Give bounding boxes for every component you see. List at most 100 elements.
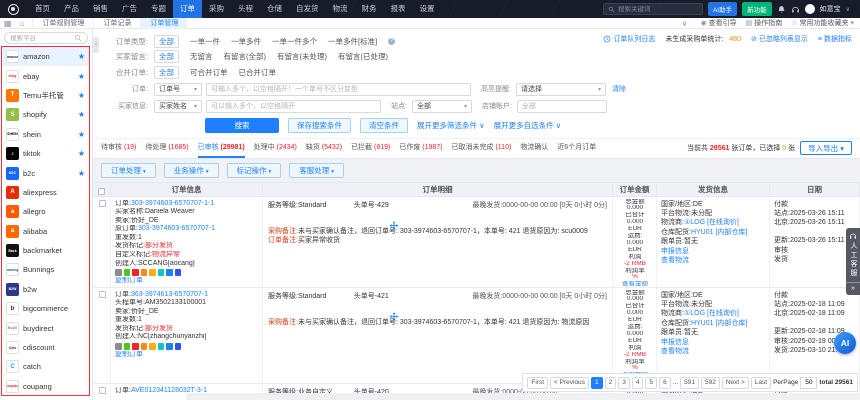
pagination-page[interactable]: 592 bbox=[701, 377, 720, 389]
search-button[interactable]: 搜索 bbox=[205, 118, 279, 133]
platform-item[interactable]: ebayebay★ bbox=[2, 66, 89, 85]
filter-option[interactable]: 全部 bbox=[154, 66, 179, 79]
pagination-prev[interactable]: < Previous bbox=[550, 377, 589, 389]
ai-assistant-button[interactable]: AI助手 bbox=[708, 2, 737, 16]
attachment-icon[interactable] bbox=[166, 269, 173, 276]
home-icon[interactable]: ⌂ bbox=[16, 19, 29, 28]
queue-log-link[interactable]: 订单队列日志 bbox=[603, 34, 655, 44]
customer-service-widget[interactable]: 人工客服 » bbox=[846, 228, 860, 295]
product-icon[interactable] bbox=[124, 343, 131, 350]
status-tab[interactable]: 物流确认 bbox=[520, 138, 548, 158]
filter-option[interactable]: 已合并订单 bbox=[239, 67, 277, 78]
account-input[interactable] bbox=[517, 100, 607, 113]
top-nav-item[interactable]: 订单 bbox=[173, 0, 202, 18]
platform-item[interactable]: Backbackmarket bbox=[2, 241, 89, 260]
status-tab[interactable]: 待处理 (1685) bbox=[145, 138, 188, 158]
more-filters-link[interactable]: 展开更多筛选条件 ∨ bbox=[417, 120, 485, 131]
platform-item[interactable]: coupangcoupang bbox=[2, 377, 89, 396]
notifications-bell-icon[interactable] bbox=[777, 5, 786, 14]
magnifier-icon[interactable] bbox=[115, 343, 122, 350]
platform-search[interactable] bbox=[4, 32, 88, 44]
app-logo-icon[interactable] bbox=[8, 4, 19, 15]
top-nav-item[interactable]: 仓储 bbox=[260, 0, 289, 18]
top-nav-item[interactable]: 物流 bbox=[326, 0, 355, 18]
filter-option[interactable]: 一单多件 bbox=[231, 36, 261, 47]
platform-item[interactable]: bbigcommerce bbox=[2, 299, 89, 318]
favorite-star-icon[interactable]: ★ bbox=[78, 110, 85, 119]
favorite-star-icon[interactable]: ★ bbox=[78, 72, 85, 81]
top-nav-item[interactable]: 广告 bbox=[115, 0, 144, 18]
filter-option[interactable]: 全部 bbox=[154, 35, 179, 48]
platform-item[interactable]: B2Wb2w bbox=[2, 280, 89, 299]
clear-filter-button[interactable]: 清空条件 bbox=[360, 118, 408, 133]
favorites-link[interactable]: ☆常用功能收藏夹▾ bbox=[791, 18, 854, 28]
favorite-star-icon[interactable]: ★ bbox=[78, 52, 85, 61]
import-export-button[interactable]: 导入导出 ▾ bbox=[800, 141, 852, 155]
pagination-page[interactable]: 5 bbox=[645, 377, 657, 389]
platform-item[interactable]: ♪tiktok★ bbox=[2, 144, 89, 163]
apps-grid-icon[interactable]: ▦ bbox=[0, 19, 16, 28]
platform-item[interactable]: Aaliexpress bbox=[2, 183, 89, 202]
pagination-page[interactable]: 4 bbox=[632, 377, 644, 389]
status-tab[interactable]: 缺货 (5432) bbox=[306, 138, 342, 158]
page-tab[interactable]: 订单记录 bbox=[93, 18, 140, 29]
filter-option[interactable]: 有留言(未处理) bbox=[277, 51, 327, 62]
order-number-input[interactable] bbox=[206, 83, 471, 96]
row-checkbox[interactable] bbox=[99, 291, 106, 298]
clear-highlight-link[interactable]: 清除 bbox=[612, 84, 626, 94]
top-nav-item[interactable]: 产品 bbox=[57, 0, 86, 18]
sidebar-collapse-handle[interactable]: ‹ bbox=[93, 37, 99, 53]
attachment-icon[interactable] bbox=[166, 343, 173, 350]
bell-icon[interactable] bbox=[149, 269, 156, 276]
platform-item[interactable]: TTemu半托管★ bbox=[2, 86, 89, 105]
data-metrics-link[interactable]: ≡数据指标 bbox=[818, 34, 852, 44]
top-nav-item[interactable]: 自发货 bbox=[289, 0, 326, 18]
favorite-star-icon[interactable]: ★ bbox=[78, 91, 85, 100]
pagination-first[interactable]: First bbox=[527, 377, 548, 389]
new-feature-button[interactable]: 新功能 bbox=[742, 2, 772, 16]
filter-option[interactable]: 无留言 bbox=[190, 51, 213, 62]
platform-item[interactable]: Sshopify★ bbox=[2, 105, 89, 124]
user-avatar[interactable] bbox=[805, 4, 815, 14]
person-icon[interactable] bbox=[132, 269, 139, 276]
manual-link[interactable]: ▤操作指南 bbox=[746, 18, 783, 28]
select-all-checkbox[interactable] bbox=[98, 188, 105, 195]
filter-option[interactable]: 全部 bbox=[154, 50, 179, 63]
username[interactable]: 如意宝 bbox=[820, 4, 841, 14]
info-icon[interactable]: ? bbox=[388, 38, 395, 45]
highlight-select[interactable]: 请选择▾ bbox=[516, 83, 606, 96]
order-field-select[interactable]: 订单号▾ bbox=[154, 83, 202, 96]
buyer-input[interactable] bbox=[206, 100, 381, 113]
filter-option[interactable]: 有留言(全部) bbox=[224, 51, 267, 62]
favorite-star-icon[interactable]: ★ bbox=[78, 149, 85, 158]
platform-item[interactable]: Cdiscdiscount bbox=[2, 338, 89, 357]
platform-item[interactable]: SHEINshein★ bbox=[2, 125, 89, 144]
shop-icon[interactable] bbox=[141, 343, 148, 350]
pagination-page[interactable]: 591 bbox=[680, 377, 699, 389]
top-nav-item[interactable]: 设置 bbox=[413, 0, 442, 18]
person-icon[interactable] bbox=[132, 343, 139, 350]
action-dropdown-button[interactable]: 客服处理▾ bbox=[289, 163, 344, 178]
filter-option[interactable]: 有留言(已处理) bbox=[338, 51, 388, 62]
site-select[interactable]: 全部▾ bbox=[412, 100, 472, 113]
product-icon[interactable] bbox=[124, 269, 131, 276]
top-nav-item[interactable]: 财务 bbox=[355, 0, 384, 18]
pagination-page[interactable]: 3 bbox=[618, 377, 630, 389]
platform-item[interactable]: Ccatch bbox=[2, 357, 89, 376]
action-dropdown-button[interactable]: 标记操作▾ bbox=[227, 163, 282, 178]
pagination-page[interactable]: 6 bbox=[659, 377, 671, 389]
save-filter-button[interactable]: 保存搜索条件 bbox=[288, 118, 351, 133]
status-tab[interactable]: 已取消未完成 (110) bbox=[452, 138, 512, 158]
filter-option[interactable]: 一单一件多个 bbox=[272, 36, 317, 47]
platform-item[interactable]: B2Cb2c★ bbox=[2, 163, 89, 182]
platform-item[interactable]: BuyDbuydirect bbox=[2, 318, 89, 337]
collapse-chevron-icon[interactable]: ∨ bbox=[678, 19, 692, 28]
pagination-next[interactable]: Next > bbox=[722, 377, 749, 389]
status-tab[interactable]: 已作废 (1987) bbox=[399, 138, 442, 158]
edit-icon[interactable] bbox=[158, 269, 165, 276]
pagination-page[interactable]: 2 bbox=[605, 377, 617, 389]
platform-search-input[interactable] bbox=[10, 35, 72, 42]
page-tab[interactable]: 订单规则管理 bbox=[32, 18, 93, 29]
collapse-arrow[interactable]: » bbox=[846, 282, 860, 292]
ai-fab-button[interactable]: AI bbox=[834, 332, 856, 354]
